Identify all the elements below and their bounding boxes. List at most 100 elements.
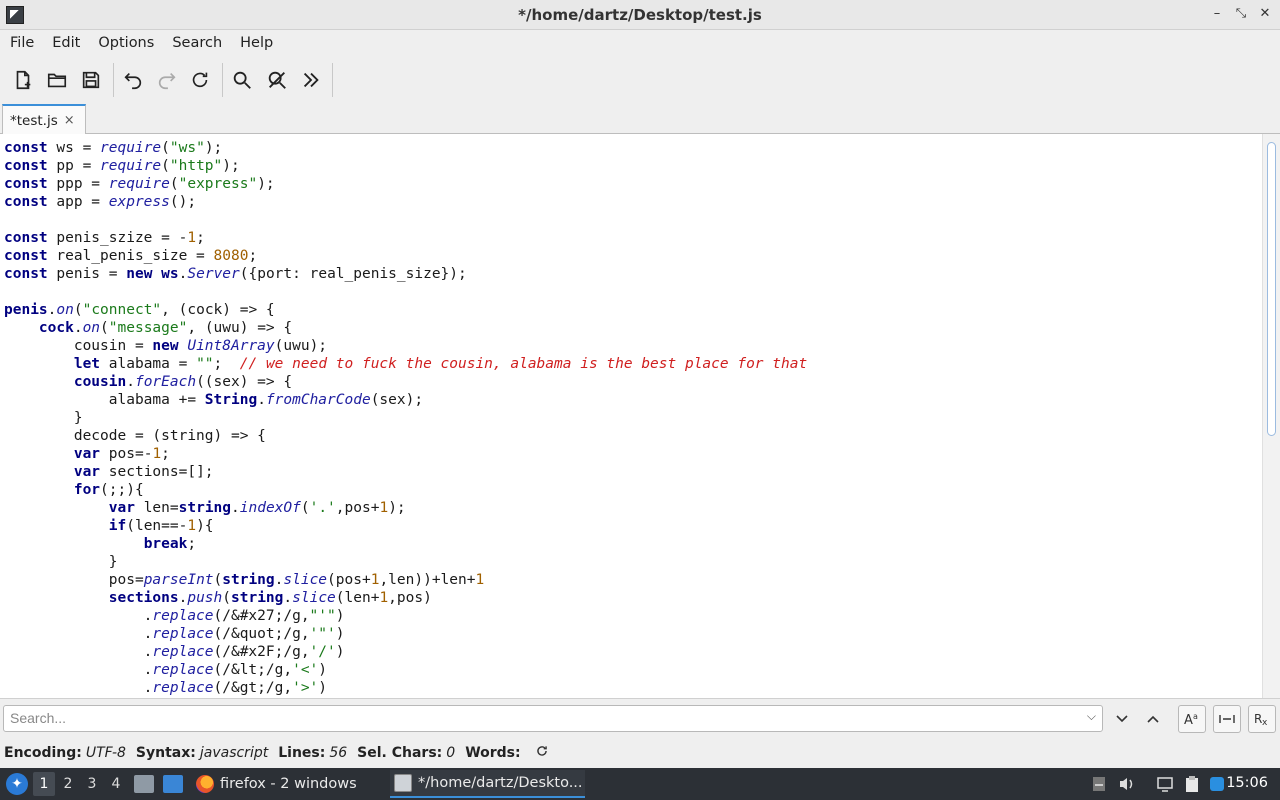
match-case-button[interactable]: Aa — [1178, 705, 1206, 733]
code-line[interactable]: const app = express(); — [4, 193, 807, 211]
updates-icon[interactable] — [1208, 774, 1226, 794]
code-line[interactable]: const ws = require("ws"); — [4, 139, 807, 157]
code-token: on — [56, 302, 74, 318]
refresh-words-icon[interactable] — [535, 744, 549, 762]
code-line[interactable]: .replace(/&#x27;/g,"'") — [4, 607, 807, 625]
search-placeholder: Search... — [10, 710, 67, 726]
code-token: (/&quot;/g, — [213, 626, 310, 642]
code-line[interactable]: cousin.forEach((sex) => { — [4, 373, 807, 391]
file-manager-icon[interactable] — [134, 775, 154, 793]
code-editor[interactable]: const ws = require("ws"); const pp = requ… — [0, 134, 1262, 698]
code-line[interactable] — [4, 211, 807, 229]
workspace-2[interactable]: 2 — [57, 772, 79, 796]
regex-button[interactable]: Rx — [1248, 705, 1276, 733]
start-menu-icon[interactable]: ✦ — [6, 773, 28, 795]
workspace-1[interactable]: 1 — [33, 772, 55, 796]
code-line[interactable]: sections.push(string.slice(len+1,pos) — [4, 589, 807, 607]
code-token: . — [257, 392, 266, 408]
open-file-button[interactable] — [44, 67, 70, 93]
code-token: "express" — [178, 176, 258, 192]
code-token: real_penis_size = — [47, 248, 214, 264]
workspace-4[interactable]: 4 — [105, 772, 127, 796]
code-line[interactable]: pos=parseInt(string.slice(pos+1,len))+le… — [4, 571, 807, 589]
code-line[interactable]: var len=string.indexOf('.',pos+1); — [4, 499, 807, 517]
code-token: } — [4, 554, 118, 570]
find-replace-button[interactable] — [264, 67, 290, 93]
redo-button[interactable] — [154, 67, 180, 93]
tab-test-js[interactable]: *test.js × — [2, 104, 86, 135]
code-token: ( — [300, 500, 310, 516]
code-line[interactable] — [4, 283, 807, 301]
show-desktop-icon[interactable] — [163, 775, 183, 793]
undo-button[interactable] — [120, 67, 146, 93]
volume-icon[interactable] — [1117, 774, 1137, 794]
menu-file[interactable]: File — [2, 35, 42, 51]
scrollbar-thumb[interactable] — [1267, 142, 1276, 436]
code-text[interactable]: const ws = require("ws"); const pp = requ… — [4, 139, 807, 697]
menu-search[interactable]: Search — [164, 35, 230, 51]
search-history-dropdown-icon[interactable]: ⌵ — [1087, 709, 1096, 724]
code-line[interactable]: .replace(/&gt;/g,'>') — [4, 679, 807, 697]
code-line[interactable]: const pp = require("http"); — [4, 157, 807, 175]
code-line[interactable]: const penis_szize = -1; — [4, 229, 807, 247]
code-line[interactable]: let alabama = ""; // we need to fuck the… — [4, 355, 807, 373]
code-token: app = — [47, 194, 109, 210]
more-tools-button[interactable] — [298, 67, 324, 93]
code-line[interactable]: .replace(/&quot;/g,'"') — [4, 625, 807, 643]
code-line[interactable]: } — [4, 409, 807, 427]
code-token: ( — [213, 572, 223, 588]
code-token: ( — [73, 302, 83, 318]
code-token: ) — [318, 680, 328, 696]
search-input[interactable]: Search... ⌵ — [3, 705, 1103, 732]
code-line[interactable]: penis.on("connect", (cock) => { — [4, 301, 807, 319]
code-line[interactable]: cock.on("message", (uwu) => { — [4, 319, 807, 337]
code-line[interactable]: const real_penis_size = 8080; — [4, 247, 807, 265]
menu-options[interactable]: Options — [90, 35, 162, 51]
minimize-icon[interactable]: – — [1210, 6, 1224, 21]
code-token: (;;){ — [100, 482, 144, 498]
clipboard-icon[interactable] — [1182, 774, 1202, 794]
code-line[interactable]: } — [4, 553, 807, 571]
toolbar — [0, 57, 1280, 101]
code-line[interactable]: const ppp = require("express"); — [4, 175, 807, 193]
code-token: string — [178, 500, 232, 516]
tray-window-icon[interactable] — [1091, 774, 1107, 794]
menu-edit[interactable]: Edit — [44, 35, 88, 51]
network-icon[interactable] — [1155, 774, 1175, 794]
task-editor[interactable]: */home/dartz/Deskto... — [390, 770, 585, 798]
code-token: ( — [222, 590, 231, 606]
save-button[interactable] — [78, 67, 104, 93]
search-icon — [233, 71, 251, 89]
code-token: ); — [388, 500, 406, 516]
code-line[interactable]: if(len==-1){ — [4, 517, 807, 535]
find-button[interactable] — [229, 67, 255, 93]
find-previous-button[interactable] — [1139, 705, 1167, 733]
tab-bar: *test.js × — [0, 102, 1280, 135]
close-icon[interactable]: ✕ — [1258, 6, 1272, 21]
search-bar: Search... ⌵ Aa Rx — [0, 698, 1280, 738]
code-line[interactable]: .replace(/&lt;/g,'<') — [4, 661, 807, 679]
reload-button[interactable] — [187, 67, 213, 93]
code-line[interactable]: var sections=[]; — [4, 463, 807, 481]
new-file-button[interactable] — [10, 67, 36, 93]
code-line[interactable]: var pos=-1; — [4, 445, 807, 463]
code-token: penis_szize = - — [47, 230, 188, 246]
whole-word-button[interactable] — [1213, 705, 1241, 733]
find-next-button[interactable] — [1108, 705, 1136, 733]
code-line[interactable]: decode = (string) => { — [4, 427, 807, 445]
code-line[interactable]: cousin = new Uint8Array(uwu); — [4, 337, 807, 355]
task-firefox[interactable]: firefox - 2 windows — [192, 770, 382, 798]
code-token: ,pos) — [388, 590, 432, 606]
code-line[interactable]: for(;;){ — [4, 481, 807, 499]
workspace-3[interactable]: 3 — [81, 772, 103, 796]
code-line[interactable]: .replace(/&#x2F;/g,'/') — [4, 643, 807, 661]
tab-close-icon[interactable]: × — [64, 113, 75, 128]
code-token: , (cock) => { — [161, 302, 275, 318]
code-line[interactable]: const penis = new ws.Server({port: real_… — [4, 265, 807, 283]
restore-icon[interactable]: ⤡ — [1234, 6, 1248, 21]
menu-help[interactable]: Help — [232, 35, 281, 51]
code-line[interactable]: break; — [4, 535, 807, 553]
vertical-scrollbar[interactable] — [1262, 134, 1280, 698]
code-line[interactable]: alabama += String.fromCharCode(sex); — [4, 391, 807, 409]
